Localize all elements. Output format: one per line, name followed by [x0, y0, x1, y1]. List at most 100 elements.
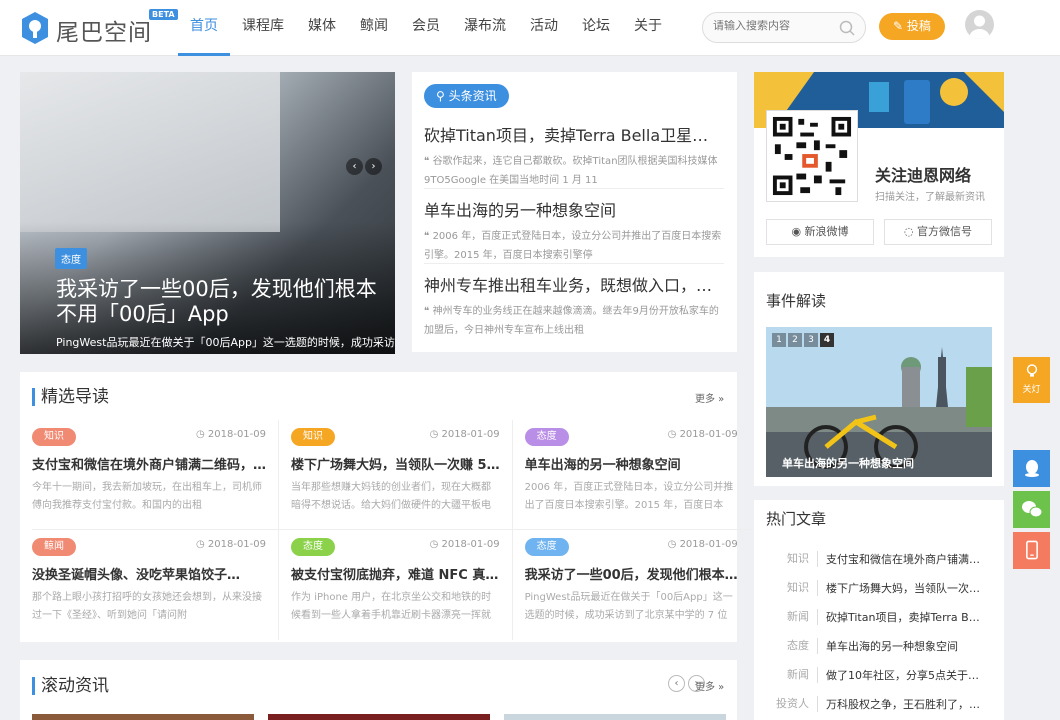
scroll-prev-button[interactable]: ‹: [668, 675, 685, 692]
featured-more-link[interactable]: 更多 »: [695, 390, 724, 405]
category-tag[interactable]: 知识: [291, 428, 336, 446]
hot-article-title[interactable]: 支付宝和微信在境外商户铺满…: [818, 545, 992, 574]
category-tag[interactable]: 态度: [524, 428, 569, 446]
featured-card[interactable]: 态度 ◷ 2018-01-09 我采访了一些00后，发现他们根本… PingWe…: [513, 530, 750, 640]
category-tag[interactable]: 鲸闻: [32, 538, 76, 556]
hot-article-title[interactable]: 万科股权之争，王石胜利了，…: [818, 690, 992, 719]
nav-news[interactable]: 鲸闻: [348, 0, 400, 56]
hot-article-title[interactable]: 单车出海的另一种想象空间: [818, 632, 992, 661]
logo-icon: [22, 12, 48, 44]
logo-text: 尾巴空间: [56, 20, 152, 46]
headline-item[interactable]: 神州专车推出租车业务，既想做入口，又想… ❝ 神州专车的业务线正在越来越像滴滴。…: [424, 272, 724, 340]
card-desc: 当年那些想赚大妈钱的创业者们，现在大概都暗得不想说话。给大妈们做硬件的大疆平板电: [291, 482, 492, 511]
slide-title[interactable]: 我采访了一些00后，发现他们根本不用「00后」App: [56, 277, 395, 327]
nav-members[interactable]: 会员: [400, 0, 452, 56]
card-title[interactable]: 楼下广场舞大妈，当领队一次赚 5…: [291, 454, 500, 473]
nav-about[interactable]: 关于: [622, 0, 674, 56]
nav-courses[interactable]: 课程库: [230, 0, 296, 56]
post-date: ◷ 2018-01-09: [195, 539, 267, 550]
featured-card[interactable]: 态度 ◷ 2018-01-09 被支付宝彻底抛弃，难道 NFC 真… 作为 iP…: [279, 530, 513, 640]
featured-card[interactable]: 态度 ◷ 2018-01-09 单车出海的另一种想象空间 2006 年，百度正式…: [512, 420, 750, 530]
hot-article-item[interactable]: 态度 单车出海的另一种想象空间: [766, 632, 992, 661]
weibo-label: 新浪微博: [804, 225, 849, 238]
post-label: 投稿: [906, 19, 931, 33]
headline-desc-text: 2006 年，百度正式登陆日本，设立分公司并推出了百度日本搜索引擎。2015 年…: [424, 231, 722, 261]
hot-article-category[interactable]: 投资人: [766, 696, 818, 712]
card-title[interactable]: 我采访了一些00后，发现他们根本…: [525, 564, 738, 583]
event-pagination: 1 2 3 4: [772, 333, 834, 347]
slider-next-button[interactable]: ›: [365, 158, 382, 175]
card-title[interactable]: 支付宝和微信在境外商户铺满二维码，…: [32, 454, 266, 473]
hot-articles-title: 热门文章: [766, 510, 827, 528]
headline-desc: ❝ 神州专车的业务线正在越来越像滴滴。继去年9月份开放私家车的加盟后，今日神州专…: [424, 302, 724, 340]
wechat-float-button[interactable]: [1013, 491, 1050, 528]
hot-article-title[interactable]: 楼下广场舞大妈，当领队一次…: [818, 574, 992, 603]
weibo-button[interactable]: ◉ 新浪微博: [766, 219, 874, 245]
events-panel: 事件解读 1 2 3 4 单车出海的另一种想象空间: [754, 272, 1004, 486]
site-logo[interactable]: 尾巴空间 BETA: [18, 9, 178, 47]
featured-card[interactable]: 知识 ◷ 2018-01-09 支付宝和微信在境外商户铺满二维码，… 今年十一期…: [32, 420, 280, 530]
category-tag[interactable]: 态度: [524, 538, 569, 556]
event-page-button[interactable]: 1: [772, 333, 786, 347]
wechat-button[interactable]: ◌ 官方微信号: [884, 219, 992, 245]
nav-media[interactable]: 媒体: [296, 0, 348, 56]
event-caption[interactable]: 单车出海的另一种想象空间: [782, 455, 914, 471]
slider-prev-button[interactable]: ‹: [346, 158, 363, 175]
news-thumbnail[interactable]: [32, 714, 254, 720]
headlines-panel: ⚲ 头条资讯 砍掉Titan项目，卖掉Terra Bella卫星业务… ❝ 谷歌…: [412, 72, 737, 352]
nav-events[interactable]: 活动: [518, 0, 570, 56]
hot-article-item[interactable]: 新闻 砍掉Titan项目，卖掉Terra B…: [766, 603, 992, 632]
quote-icon: ❝: [424, 306, 433, 317]
hot-article-category[interactable]: 知识: [766, 551, 818, 567]
event-page-button[interactable]: 4: [820, 333, 834, 347]
headline-item[interactable]: 单车出海的另一种想象空间 ❝ 2006 年，百度正式登陆日本，设立分公司并推出了…: [424, 197, 724, 265]
hot-article-item[interactable]: 知识 楼下广场舞大妈，当领队一次…: [766, 574, 992, 603]
follow-panel: 关注迪恩网络 扫描关注，了解最新资讯 ◉ 新浪微博 ◌ 官方微信号: [754, 72, 1004, 257]
hot-article-title[interactable]: 砍掉Titan项目，卖掉Terra B…: [818, 603, 992, 632]
lights-off-button[interactable]: 关灯: [1013, 357, 1050, 403]
hot-article-title[interactable]: 做了10年社区，分享5点关于…: [818, 661, 992, 690]
hot-article-item[interactable]: 新闻 做了10年社区，分享5点关于…: [766, 661, 992, 690]
event-image[interactable]: 1 2 3 4 单车出海的另一种想象空间: [766, 327, 992, 477]
search-icon[interactable]: [838, 19, 856, 37]
headlines-badge-label: 头条资讯: [448, 89, 497, 103]
news-thumbnail[interactable]: [504, 714, 726, 720]
nav-waterfall[interactable]: 瀑布流: [452, 0, 518, 56]
slide-category-tag[interactable]: 态度: [55, 248, 87, 269]
hot-article-item[interactable]: 知识 支付宝和微信在境外商户铺满…: [766, 545, 992, 574]
headline-title[interactable]: 砍掉Titan项目，卖掉Terra Bella卫星业务…: [424, 122, 724, 146]
featured-card[interactable]: 鲸闻 ◷ 2018-01-09 没换圣诞帽头像、没吃苹果馅饺子… 那个路上眼小孩…: [32, 530, 280, 640]
category-tag[interactable]: 态度: [291, 538, 336, 556]
mobile-button[interactable]: [1013, 532, 1050, 569]
card-title[interactable]: 单车出海的另一种想象空间: [525, 454, 738, 473]
hot-article-category[interactable]: 态度: [766, 638, 818, 654]
featured-grid: 知识 ◷ 2018-01-09 支付宝和微信在境外商户铺满二维码，… 今年十一期…: [32, 420, 750, 640]
scroll-news-more-link[interactable]: 更多 »: [695, 678, 724, 693]
follow-subtitle: 扫描关注，了解最新资讯: [875, 192, 985, 203]
featured-title: 精选导读: [32, 388, 109, 406]
headline-item[interactable]: 砍掉Titan项目，卖掉Terra Bella卫星业务… ❝ 谷歌作起来，连它自…: [424, 122, 724, 190]
headline-desc-text: 谷歌作起来，连它自己都敢砍。砍掉Titan团队根据美国科技媒体9TO5Googl…: [424, 156, 718, 186]
user-avatar[interactable]: [965, 10, 994, 39]
event-page-button[interactable]: 2: [788, 333, 802, 347]
card-title[interactable]: 没换圣诞帽头像、没吃苹果馅饺子…: [32, 564, 266, 583]
card-desc: 2006 年，百度正式登陆日本，设立分公司并推出了百度日本搜索引擎。2015 年…: [524, 482, 734, 511]
nav-home[interactable]: 首页: [178, 0, 230, 56]
hero-slider[interactable]: ‹ › 态度 我采访了一些00后，发现他们根本不用「00后」App PingWe…: [20, 72, 395, 354]
category-tag[interactable]: 知识: [32, 428, 76, 446]
hot-article-item[interactable]: 投资人 万科股权之争，王石胜利了，…: [766, 690, 992, 719]
news-thumbnail[interactable]: [268, 714, 490, 720]
search-input[interactable]: [713, 20, 833, 32]
card-title[interactable]: 被支付宝彻底抛弃，难道 NFC 真…: [291, 564, 500, 583]
hot-article-category[interactable]: 新闻: [766, 609, 818, 625]
post-button[interactable]: ✎ 投稿: [879, 13, 945, 40]
hot-article-category[interactable]: 知识: [766, 580, 818, 596]
featured-card[interactable]: 知识 ◷ 2018-01-09 楼下广场舞大妈，当领队一次赚 5… 当年那些想赚…: [279, 420, 513, 530]
qq-button[interactable]: [1013, 450, 1050, 487]
hot-article-category[interactable]: 新闻: [766, 667, 818, 683]
headline-title[interactable]: 单车出海的另一种想象空间: [424, 197, 724, 221]
nav-forum[interactable]: 论坛: [570, 0, 622, 56]
scroll-news-thumbnails: [32, 714, 726, 720]
headline-title[interactable]: 神州专车推出租车业务，既想做入口，又想…: [424, 272, 724, 296]
event-page-button[interactable]: 3: [804, 333, 818, 347]
